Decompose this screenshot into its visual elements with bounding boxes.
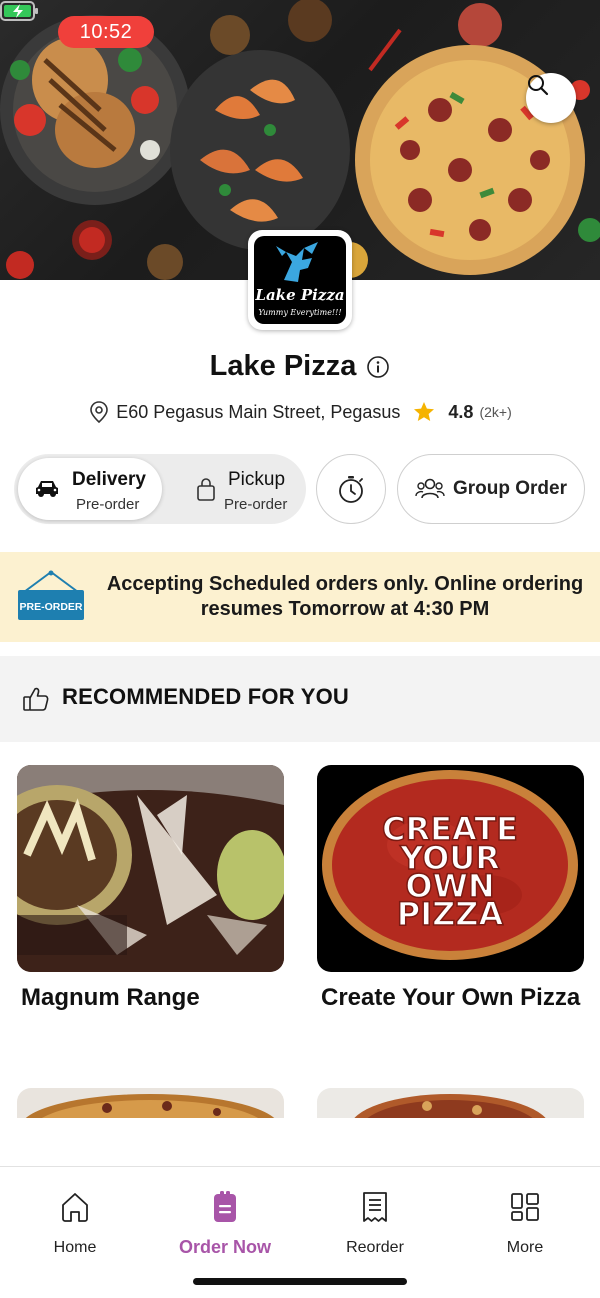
nav-label-reorder: Reorder	[346, 1239, 404, 1256]
pickup-sublabel: Pre-order	[224, 496, 288, 513]
receipt-icon	[363, 1192, 387, 1222]
timer-icon	[339, 476, 363, 503]
thumbs-up-icon	[23, 687, 49, 711]
product-card-peek-1[interactable]	[17, 1088, 284, 1118]
address-row: E60 Pegasus Main Street, Pegasus 4.8 (2k…	[0, 400, 600, 424]
group-order-button[interactable]: Group Order	[397, 454, 585, 524]
pegasus-icon	[276, 242, 318, 282]
create-pizza-image: CREATE YOUR OWN PIZZA	[317, 765, 584, 972]
preorder-notice-banner: PRE-ORDER Accepting Scheduled orders onl…	[0, 552, 600, 642]
star-icon	[414, 402, 435, 421]
restaurant-address: E60 Pegasus Main Street, Pegasus	[116, 401, 401, 422]
image-text-line-4: PIZZA	[397, 895, 504, 933]
rating-value: 4.8	[448, 401, 474, 422]
info-icon[interactable]	[366, 355, 390, 379]
group-people-icon	[415, 478, 445, 499]
recommended-header: RECOMMENDED FOR YOU	[0, 656, 600, 742]
schedule-button[interactable]	[316, 454, 386, 524]
product-card-peek-2[interactable]	[317, 1088, 584, 1118]
home-icon	[62, 1193, 88, 1222]
pickup-option[interactable]: Pickup Pre-order	[166, 458, 302, 520]
shopping-bag-icon	[197, 478, 215, 501]
preorder-sign-icon: PRE-ORDER	[18, 570, 84, 620]
ice-cream-tub-image	[17, 765, 284, 972]
car-icon	[36, 481, 58, 497]
nav-item-order-now[interactable]: Order Now	[150, 1187, 300, 1258]
delivery-sublabel: Pre-order	[76, 496, 140, 513]
recommended-title: RECOMMENDED FOR YOU	[62, 684, 349, 709]
pickup-label: Pickup	[228, 469, 286, 490]
location-pin-icon	[90, 401, 109, 424]
delivery-option[interactable]: Delivery Pre-order	[18, 458, 162, 520]
restaurant-title-row: Lake Pizza	[0, 350, 600, 383]
preorder-message: Accepting Scheduled orders only. Online …	[106, 573, 584, 620]
product-card-magnum[interactable]: Magnum Range	[17, 765, 284, 1013]
group-order-label: Group Order	[452, 478, 567, 499]
nav-item-more[interactable]: More	[450, 1187, 600, 1257]
product-title: Create Your Own Pizza	[321, 984, 581, 1011]
search-button[interactable]	[526, 73, 576, 123]
search-icon	[528, 75, 549, 96]
nav-label-more: More	[506, 1239, 544, 1256]
status-bar-time: 10:52	[58, 16, 154, 48]
home-indicator[interactable]	[193, 1278, 407, 1285]
rating-count: (2k+)	[479, 404, 512, 420]
preorder-sign-text: PRE-ORDER	[19, 601, 82, 613]
battery-icon	[0, 1, 38, 21]
product-card-create-your-own-pizza[interactable]: CREATE YOUR OWN PIZZA Create Your Own Pi…	[317, 765, 584, 1013]
order-mode-toggle: Delivery Pre-order Pickup Pre-order	[14, 454, 306, 524]
nav-item-home[interactable]: Home	[0, 1187, 150, 1257]
logo-tagline: Yummy Everytime!!!	[258, 308, 342, 317]
pizza-base-image: CREATE YOUR OWN PIZZA	[317, 765, 584, 972]
pizza-image-peek	[17, 1088, 284, 1118]
logo-wordmark: Lake Pizza	[255, 286, 345, 304]
product-title: Magnum Range	[21, 984, 200, 1011]
restaurant-logo: Lake Pizza Yummy Everytime!!!	[248, 230, 352, 330]
delivery-label: Delivery	[72, 469, 146, 490]
nav-item-reorder[interactable]: Reorder	[300, 1187, 450, 1257]
nav-label-order-now: Order Now	[178, 1237, 271, 1257]
nav-label-home: Home	[53, 1239, 97, 1256]
grid-icon	[511, 1193, 539, 1221]
pizza-image-peek	[317, 1088, 584, 1118]
restaurant-name: Lake Pizza	[209, 350, 357, 382]
magnum-image	[17, 765, 284, 972]
order-icon	[214, 1191, 236, 1222]
